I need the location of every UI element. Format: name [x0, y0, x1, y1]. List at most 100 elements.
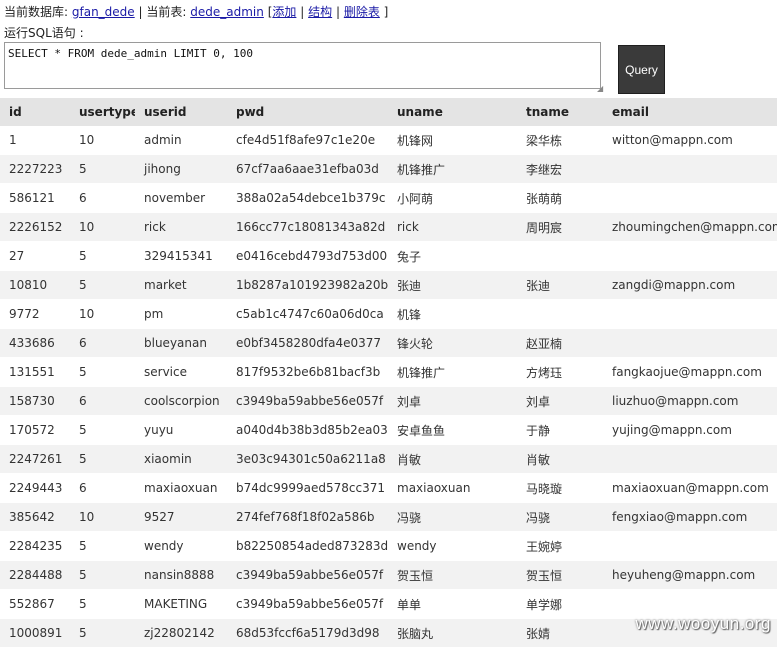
cell-pwd: c3949ba59abbe56e057f — [236, 597, 384, 611]
cell-userid: wendy — [144, 539, 184, 553]
structure-link[interactable]: 结构 — [308, 5, 332, 19]
cell-uname: 锋火轮 — [388, 328, 517, 358]
cell-id: 2227223 — [0, 154, 70, 184]
table-name-link[interactable]: dede_admin — [190, 5, 264, 19]
cell-email — [603, 532, 777, 561]
table-row: 385642 10 9527 274fef768f18f02a586b 冯骁 冯骁 feng… — [0, 502, 777, 532]
cell-id: 385642 — [0, 502, 70, 532]
cell-pwd: 274fef768f18f02a586b — [227, 502, 388, 532]
cell-userid: pm — [144, 307, 164, 321]
cell-usertype: 5 — [70, 560, 135, 590]
sql-query-input[interactable]: SELECT * FROM dede_admin LIMIT 0, 100 — [4, 42, 601, 89]
add-link[interactable]: 添加 — [272, 5, 296, 19]
table-row: 27 5 329415341 e0416cebd4793d753d00 兔子 — [0, 242, 777, 271]
cell-userid: blueyanan — [135, 328, 227, 358]
cell-id: 2247261 — [0, 444, 70, 474]
cell-email — [603, 328, 777, 358]
cell-id: 552867 — [9, 597, 55, 611]
table-row: 1 10 admin cfe4d51f8afe97c1e20e 机锋网 梁华栋 witton… — [0, 126, 777, 155]
cell-pwd: 67cf7aa6aae31efba03d — [227, 154, 388, 184]
cell-id: 2284488 — [0, 560, 70, 590]
cell-pwd: 3e03c94301c50a6211a8 — [227, 444, 388, 474]
cell-usertype: 5 — [70, 444, 135, 474]
database-name-link[interactable]: gfan_dede — [72, 5, 135, 19]
cell-id: 27 — [9, 249, 25, 263]
cell-email — [603, 242, 777, 271]
table-row: 2284235 5 wendy b82250854aded873283d wendy 王婉… — [0, 532, 777, 561]
cell-id: 586121 — [9, 191, 55, 205]
cell-usertype: 5 — [79, 539, 87, 553]
cell-pwd: e0416cebd4793d753d00 — [236, 249, 388, 263]
table-row: 170572 5 yuyu a040d4b38b3d85b2ea03 安卓鱼鱼 于静 yuj… — [0, 416, 777, 445]
cell-uname: 机锋 — [397, 307, 422, 322]
database-info-bar: 当前数据库: gfan_dede | 当前表: dede_admin [添加 |… — [4, 3, 388, 21]
cell-tname: 张迪 — [517, 270, 603, 300]
cell-uname: 肖敏 — [388, 444, 517, 474]
table-row: 433686 6 blueyanan e0bf3458280dfa4e0377 锋火轮赵… — [0, 328, 777, 358]
cell-tname: 单学娜 — [526, 597, 563, 612]
cell-usertype: 6 — [79, 191, 87, 205]
cell-tname — [517, 300, 603, 329]
cell-tname: 方烤珏 — [526, 365, 563, 380]
cell-userid: maxiaoxuan — [144, 481, 218, 495]
cell-userid: zj22802142 — [135, 618, 227, 648]
table-row: 2284488 5 nansin8888 c3949ba59abbe56e057f 贺玉… — [0, 560, 777, 590]
cell-tname: 马晓璇 — [526, 481, 563, 496]
cell-userid: service — [144, 365, 187, 379]
table-row: 9772 10 pm c5ab1c4747c60a06d0ca 机锋 — [0, 300, 777, 329]
cell-userid: jihong — [135, 154, 227, 184]
column-header-tname: tname — [517, 98, 603, 126]
cell-email: yujing@mappn.com — [612, 423, 732, 437]
cell-usertype: 5 — [79, 249, 87, 263]
table-row: 158730 6 coolscorpion c3949ba59abbe56e057f 刘… — [0, 386, 777, 416]
results-table: id usertype userid pwd uname tname email 1 10 ad… — [0, 98, 777, 648]
cell-uname: 安卓鱼鱼 — [397, 423, 446, 438]
cell-userid: coolscorpion — [135, 386, 227, 416]
cell-uname: 冯骁 — [388, 502, 517, 532]
resize-grip-icon[interactable]: ◢ — [597, 85, 605, 93]
cell-id: 1000891 — [0, 618, 70, 648]
separator: | — [335, 5, 340, 19]
cell-uname: 机锋推广 — [388, 154, 517, 184]
cell-userid: yuyu — [144, 423, 174, 437]
cell-email — [603, 154, 777, 184]
cell-email: fangkaojue@mappn.com — [612, 365, 762, 379]
cell-tname: 贺玉恒 — [517, 560, 603, 590]
cell-tname: 周明宸 — [517, 212, 603, 242]
cell-id: 158730 — [0, 386, 70, 416]
cell-tname: 李继宏 — [517, 154, 603, 184]
cell-userid: xiaomin — [135, 444, 227, 474]
cell-usertype: 5 — [70, 154, 135, 184]
cell-userid: november — [144, 191, 206, 205]
table-row: 10810 5 market 1b8287a101923982a20b 张迪 张迪 zang… — [0, 270, 777, 300]
cell-usertype: 5 — [70, 270, 135, 300]
column-header-pwd: pwd — [227, 98, 388, 126]
cell-userid: MAKETING — [144, 597, 208, 611]
cell-uname: 单单 — [397, 597, 422, 612]
table-header-row: id usertype userid pwd uname tname email — [0, 98, 777, 126]
cell-uname: wendy — [397, 539, 437, 553]
separator: | — [300, 5, 305, 19]
cell-email — [603, 300, 777, 329]
cell-usertype: 10 — [70, 212, 135, 242]
cell-pwd: c5ab1c4747c60a06d0ca — [236, 307, 384, 321]
cell-uname: 兔子 — [397, 249, 422, 264]
query-button[interactable]: Query — [618, 45, 665, 94]
cell-uname: 张脑丸 — [388, 618, 517, 648]
column-header-usertype: usertype — [70, 98, 135, 126]
cell-email: maxiaoxuan@mappn.com — [612, 481, 769, 495]
cell-id: 2226152 — [0, 212, 70, 242]
cell-userid: nansin8888 — [135, 560, 227, 590]
cell-pwd: 388a02a54debce1b379c — [236, 191, 386, 205]
watermark: www.wooyun.org — [635, 614, 771, 633]
cell-tname: 冯骁 — [517, 502, 603, 532]
drop-table-link[interactable]: 删除表 — [344, 5, 380, 19]
cell-usertype: 6 — [70, 328, 135, 358]
cell-email: liuzhuo@mappn.com — [603, 386, 777, 416]
cell-usertype: 5 — [79, 423, 87, 437]
cell-tname: 于静 — [526, 423, 551, 438]
cell-id: 2249443 — [9, 481, 63, 495]
cell-uname: rick — [388, 212, 517, 242]
cell-pwd: 817f9532be6b81bacf3b — [236, 365, 381, 379]
cell-email — [603, 444, 777, 474]
